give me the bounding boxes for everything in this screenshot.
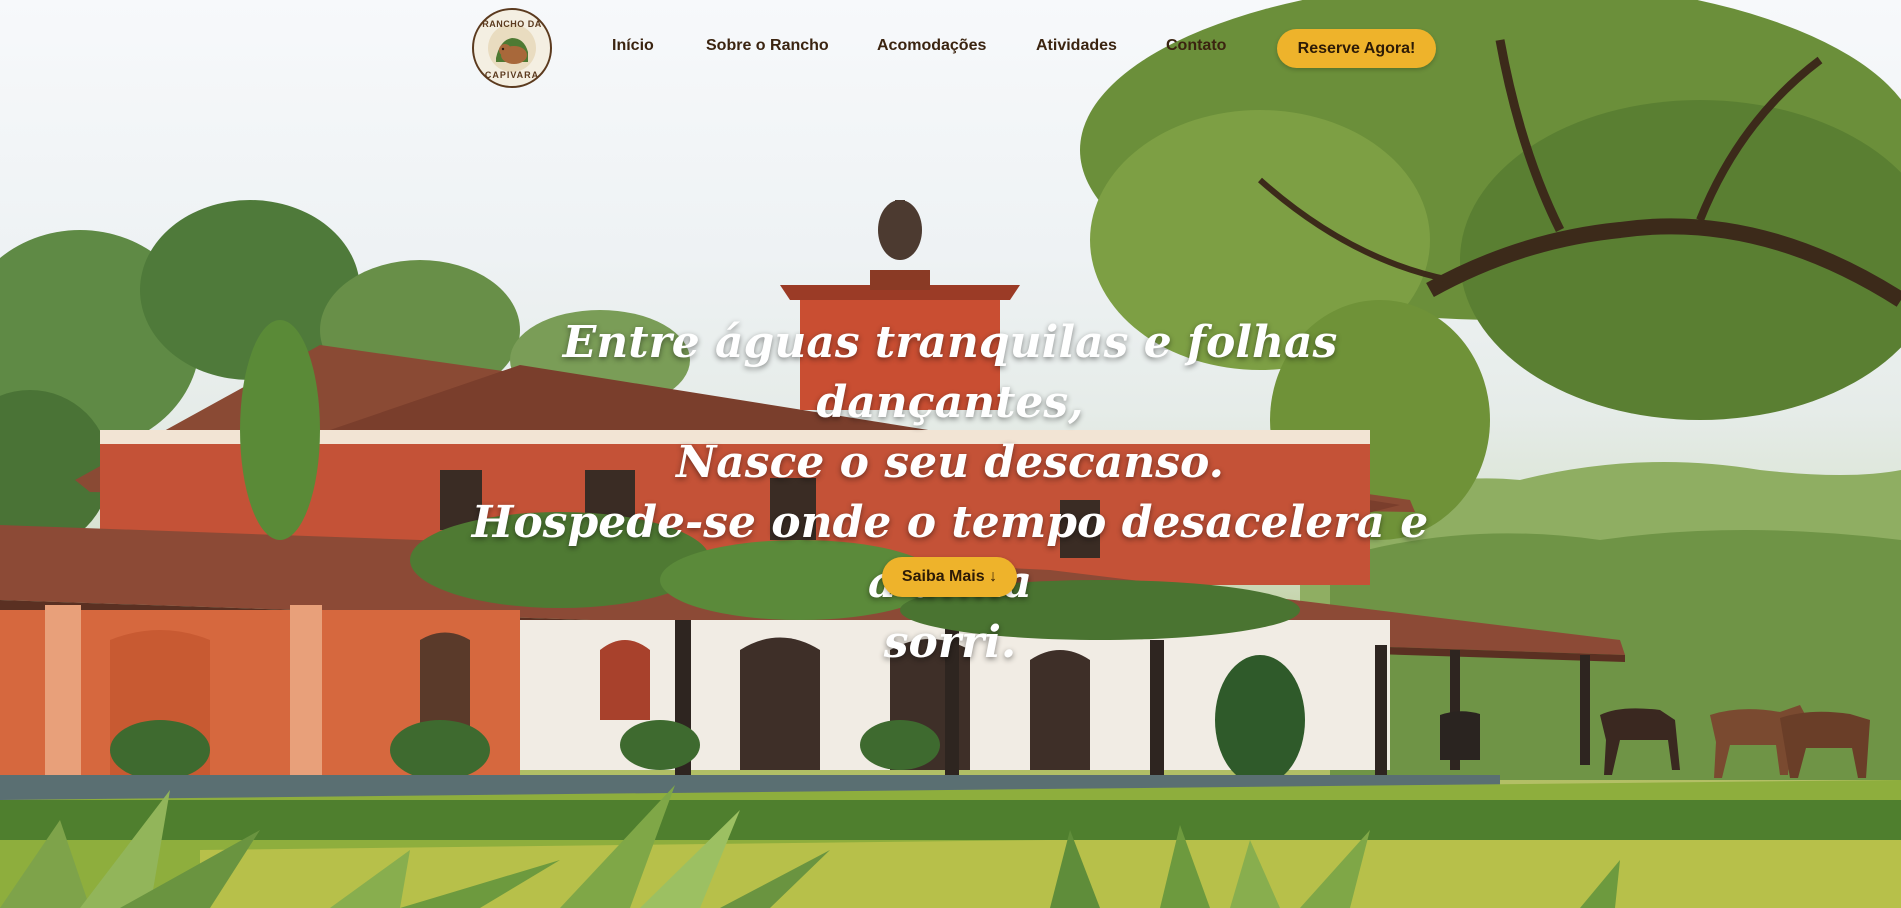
nav-link-sobre[interactable]: Sobre o Rancho <box>706 37 829 55</box>
hero-line-4: sorri. <box>883 617 1017 668</box>
logo-text-top: RANCHO DA <box>482 19 542 29</box>
reserve-now-button[interactable]: Reserve Agora! <box>1277 29 1436 68</box>
nav-link-inicio[interactable]: Início <box>612 37 654 55</box>
rancho-capivara-logo[interactable]: RANCHO DA CAPIVARA <box>472 8 552 88</box>
hero-line-2: Nasce o seu descanso. <box>676 437 1224 488</box>
nav-link-atividades[interactable]: Atividades <box>1036 37 1117 55</box>
learn-more-button[interactable]: Saiba Mais ↓ <box>882 557 1017 597</box>
hero-section: RANCHO DA CAPIVARA Início Sobre o Rancho… <box>0 0 1901 908</box>
hero-line-1: Entre águas tranquilas e folhas dançante… <box>562 317 1338 428</box>
nav-link-acomodacoes[interactable]: Acomodações <box>877 37 986 55</box>
hero-headline: Entre águas tranquilas e folhas dançante… <box>460 313 1440 673</box>
nav-link-contato[interactable]: Contato <box>1166 37 1226 55</box>
top-navbar: RANCHO DA CAPIVARA Início Sobre o Rancho… <box>0 0 1901 96</box>
logo-text-bottom: CAPIVARA <box>484 70 540 80</box>
